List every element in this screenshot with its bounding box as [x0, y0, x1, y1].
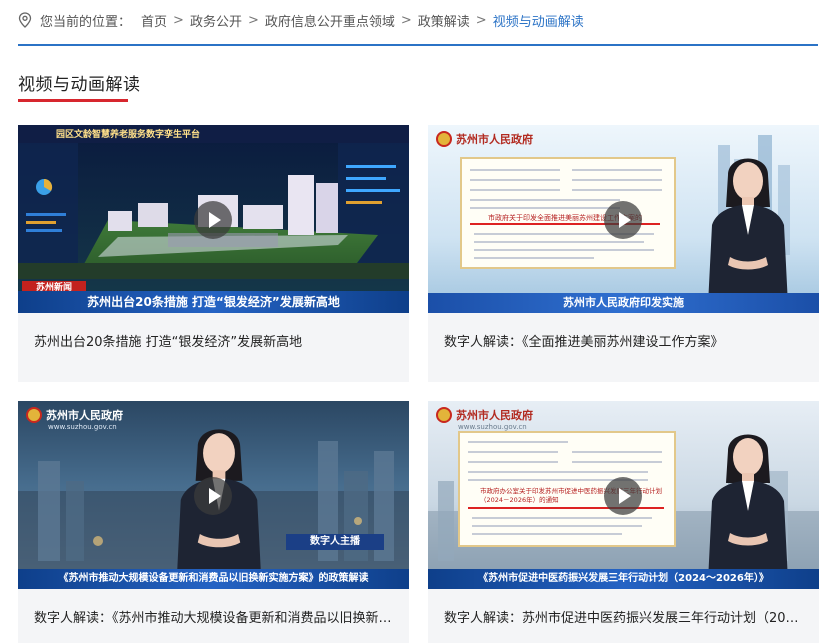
gov-logo: 苏州市人民政府 [436, 407, 533, 423]
national-emblem-icon [26, 407, 42, 423]
video-caption[interactable]: 数字人解读：《苏州市推动大规模设备更新和消费品以旧换新实施方案》的政策解读 [34, 607, 395, 626]
host-tag: 数字人主播 [286, 534, 384, 550]
header-divider [18, 44, 818, 46]
breadcrumb: 您当前的位置： 首页 > 政务公开 > 政府信息公开重点领域 > 政策解读 > … [18, 10, 584, 30]
breadcrumb-key-areas-link[interactable]: 政府信息公开重点领域 [265, 11, 395, 30]
thumbnail-banner: 《苏州市推动大规模设备更新和消费品以旧换新实施方案》的政策解读 [18, 569, 409, 589]
play-button-icon[interactable] [604, 477, 642, 515]
thumbnail-banner: 苏州市人民政府印发实施 [428, 293, 819, 313]
breadcrumb-separator: > [400, 12, 412, 28]
document-image: 市政府关于印发全面推进美丽苏州建设工作方案的 [460, 157, 676, 269]
thumbnail-banner: 《苏州市促进中医药振兴发展三年行动计划（2024～2026年）》 [428, 569, 819, 589]
section-title: 视频与动画解读 [18, 75, 141, 95]
video-thumbnail[interactable]: 苏州市人民政府 www.suzhou.gov.cn 市政府办公室关于印发苏州市促… [428, 401, 819, 589]
play-button-icon[interactable] [194, 201, 232, 239]
national-emblem-icon [436, 131, 452, 147]
gov-logo-text: 苏州市人民政府 [456, 133, 533, 146]
location-pin-icon [18, 12, 32, 28]
breadcrumb-separator: > [173, 12, 184, 28]
national-emblem-icon [436, 407, 452, 423]
video-card[interactable]: 苏州市人民政府 市政府关于印发全面推进美丽苏州建设工作方案的 苏州市人民政府印发… [428, 125, 819, 382]
video-caption[interactable]: 苏州出台20条措施 打造“银发经济”发展新高地 [34, 331, 395, 350]
play-button-icon[interactable] [194, 477, 232, 515]
breadcrumb-current[interactable]: 视频与动画解读 [493, 11, 584, 30]
gov-logo-text: 苏州市人民政府 [46, 409, 123, 422]
breadcrumb-policy-interpretation-link[interactable]: 政策解读 [418, 11, 470, 30]
video-caption[interactable]: 数字人解读：《全面推进美丽苏州建设工作方案》 [444, 331, 805, 350]
video-card[interactable]: 苏州市人民政府 www.suzhou.gov.cn 市政府办公室关于印发苏州市促… [428, 401, 819, 643]
gov-logo-text: 苏州市人民政府 [456, 409, 533, 422]
breadcrumb-home-link[interactable]: 首页 [141, 11, 167, 30]
gov-logo-url: www.suzhou.gov.cn [48, 423, 117, 431]
breadcrumb-gov-affairs-link[interactable]: 政务公开 [190, 11, 242, 30]
video-thumbnail[interactable]: 苏州市人民政府 www.suzhou.gov.cn 数字人主播 《苏州市推动大规… [18, 401, 409, 589]
video-card[interactable]: 园区文龄智慧养老服务数字孪生平台 苏州新闻 苏州出台20条措施 打造“银发经济”… [18, 125, 409, 382]
video-thumbnail[interactable]: 苏州市人民政府 市政府关于印发全面推进美丽苏州建设工作方案的 苏州市人民政府印发… [428, 125, 819, 313]
video-caption[interactable]: 数字人解读：苏州市促进中医药振兴发展三年行动计划（2024～2026年） [444, 607, 805, 626]
thumbnail-banner: 苏州出台20条措施 打造“银发经济”发展新高地 [18, 291, 409, 313]
breadcrumb-prefix: 您当前的位置： [40, 14, 132, 30]
digital-human-avatar [708, 158, 788, 305]
video-thumbnail[interactable]: 园区文龄智慧养老服务数字孪生平台 苏州新闻 苏州出台20条措施 打造“银发经济”… [18, 125, 409, 313]
gov-logo-url: www.suzhou.gov.cn [458, 423, 527, 431]
breadcrumb-separator: > [475, 12, 487, 28]
gov-logo: 苏州市人民政府 [436, 131, 533, 147]
digital-human-avatar [708, 434, 788, 581]
video-card[interactable]: 苏州市人民政府 www.suzhou.gov.cn 数字人主播 《苏州市推动大规… [18, 401, 409, 643]
platform-header-text: 园区文龄智慧养老服务数字孪生平台 [56, 130, 201, 140]
section-title-underline [18, 99, 128, 102]
play-button-icon[interactable] [604, 201, 642, 239]
breadcrumb-separator: > [247, 12, 259, 28]
gov-logo: 苏州市人民政府 [26, 407, 123, 423]
document-image: 市政府办公室关于印发苏州市促进中医药振兴发展三年行动计划（2024－2026年）… [458, 431, 676, 547]
